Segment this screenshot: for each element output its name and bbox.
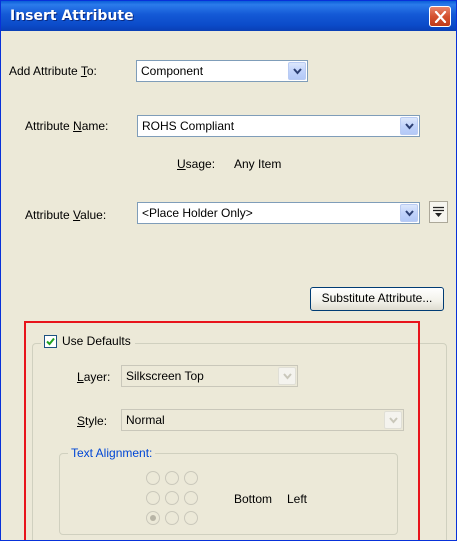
align-middle-left-radio[interactable]	[146, 491, 160, 505]
attribute-value-options-button[interactable]	[429, 201, 448, 223]
alignment-vertical-value: Bottom	[234, 492, 273, 506]
use-defaults-label: Use Defaults	[62, 334, 131, 348]
add-attribute-to-label: Add Attribute To:	[9, 64, 97, 78]
add-attribute-to-value: Component	[141, 64, 204, 78]
title-bar[interactable]: Insert Attribute	[1, 1, 456, 31]
style-dropdown-button[interactable]	[384, 411, 402, 429]
layer-dropdown-button[interactable]	[278, 367, 296, 385]
style-dropdown[interactable]: Normal	[121, 409, 404, 431]
substitute-attribute-button[interactable]: Substitute Attribute...	[310, 287, 444, 311]
close-button[interactable]	[429, 6, 451, 27]
attribute-name-dropdown-button[interactable]	[400, 117, 418, 135]
use-defaults-toggle[interactable]: Use Defaults	[41, 334, 135, 352]
chevron-down-icon	[389, 417, 398, 424]
layer-label: Layer:	[77, 370, 111, 384]
alignment-horizontal-value: Left	[287, 492, 308, 506]
text-alignment-legend: Text Alignment:	[68, 446, 156, 460]
align-bottom-left-radio[interactable]	[146, 511, 160, 525]
attribute-value-label: Attribute Value:	[25, 208, 107, 222]
style-value: Normal	[126, 413, 165, 427]
align-bottom-center-radio[interactable]	[165, 511, 179, 525]
chevron-down-icon	[405, 123, 414, 130]
align-middle-center-radio[interactable]	[165, 491, 179, 505]
add-attribute-to-dropdown[interactable]: Component	[136, 60, 308, 82]
attribute-name-dropdown[interactable]: ROHS Compliant	[137, 115, 420, 137]
attribute-name-label: Attribute Name:	[25, 119, 109, 133]
insert-attribute-dialog: Insert Attribute Add Attribute To: Compo…	[0, 0, 457, 541]
attribute-value-value: <Place Holder Only>	[142, 206, 253, 220]
usage-label: Usage:	[177, 157, 216, 171]
align-bottom-right-radio[interactable]	[184, 511, 198, 525]
list-options-icon	[433, 206, 444, 217]
text-alignment-group	[59, 453, 398, 535]
chevron-down-icon	[293, 68, 302, 75]
attribute-value-dropdown-button[interactable]	[400, 204, 418, 222]
align-top-right-radio[interactable]	[184, 471, 198, 485]
align-top-center-radio[interactable]	[165, 471, 179, 485]
layer-value: Silkscreen Top	[126, 369, 204, 383]
checkmark-icon	[46, 337, 55, 346]
layer-dropdown[interactable]: Silkscreen Top	[121, 365, 298, 387]
align-top-left-radio[interactable]	[146, 471, 160, 485]
attribute-value-combo[interactable]: <Place Holder Only>	[137, 202, 420, 224]
style-label: Style:	[77, 414, 108, 428]
align-middle-right-radio[interactable]	[184, 491, 198, 505]
dialog-title: Insert Attribute	[10, 8, 134, 24]
chevron-down-icon	[283, 373, 292, 380]
chevron-down-icon	[405, 210, 414, 217]
use-defaults-checkbox[interactable]	[44, 335, 57, 348]
close-icon	[434, 11, 447, 23]
attribute-name-value: ROHS Compliant	[142, 119, 235, 133]
usage-value: Any Item	[234, 157, 282, 171]
add-attribute-to-dropdown-button[interactable]	[288, 62, 306, 80]
